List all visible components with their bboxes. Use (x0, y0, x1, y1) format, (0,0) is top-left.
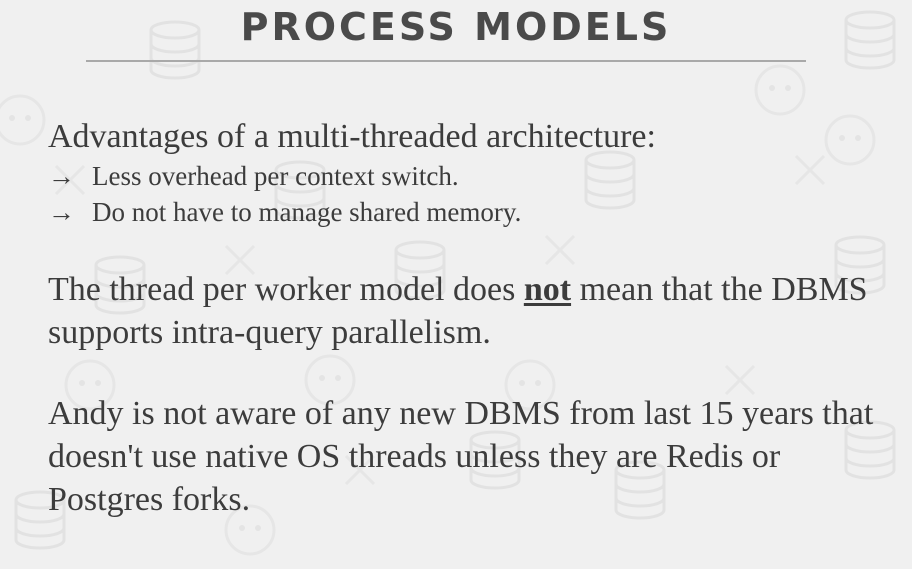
bullet-text: Less overhead per context switch. (92, 161, 459, 191)
slide-content: Advantages of a multi-threaded architect… (48, 116, 888, 521)
paragraph-andy: Andy is not aware of any new DBMS from l… (48, 395, 874, 518)
emphasis-not: not (523, 271, 572, 308)
list-item: → Do not have to manage shared memory. (48, 194, 888, 230)
advantages-list: → Less overhead per context switch. → Do n… (48, 158, 888, 230)
arrow-icon: → (48, 197, 75, 227)
arrow-icon: → (48, 161, 75, 191)
slide: PROCESS MODELS Advantages of a multi-thr… (0, 0, 912, 569)
section-heading: Advantages of a multi-threaded architect… (48, 118, 656, 155)
list-item: → Less overhead per context switch. (48, 158, 888, 194)
paragraph-thread-per-worker: The thread per worker model does not mea… (48, 268, 888, 354)
title-divider (86, 60, 806, 62)
paragraph-text-before: The thread per worker model does (48, 271, 524, 308)
bullet-text: Do not have to manage shared memory. (92, 197, 522, 227)
slide-title: PROCESS MODELS (240, 5, 672, 49)
